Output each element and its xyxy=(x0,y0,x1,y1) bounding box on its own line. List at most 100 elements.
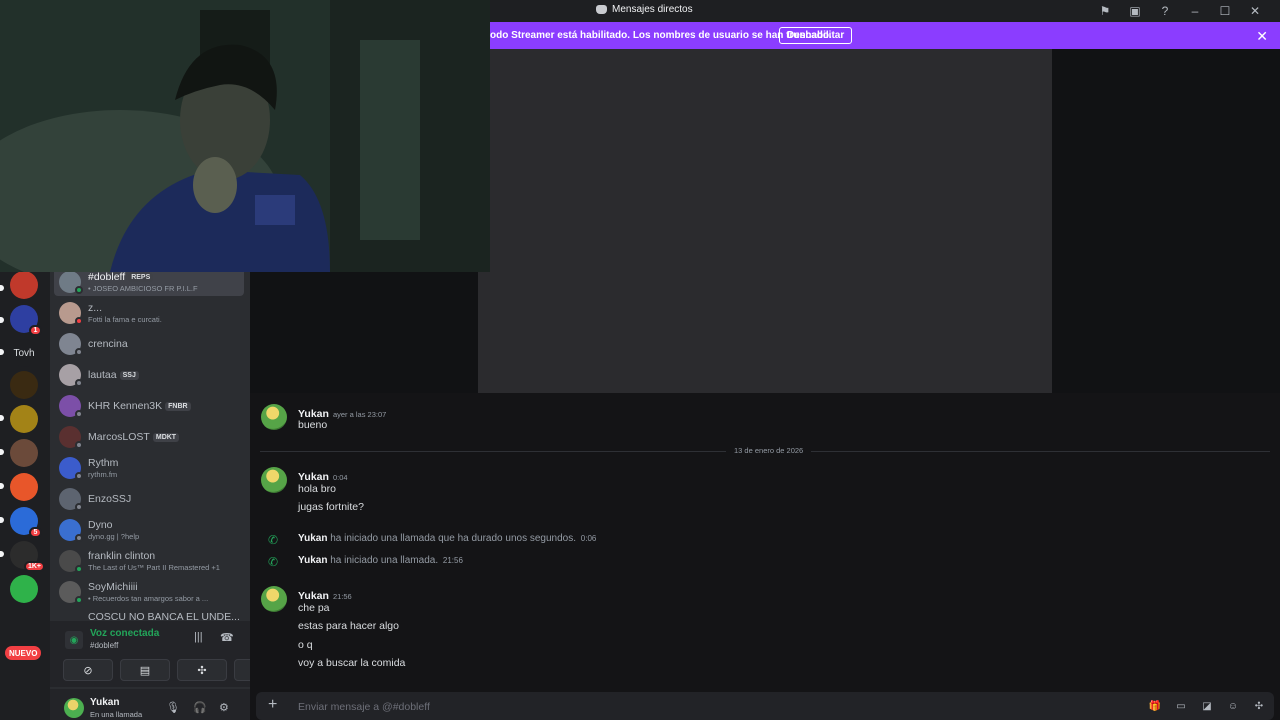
voice-channel[interactable]: #dobleff xyxy=(90,641,118,650)
window-title: Mensajes directos xyxy=(596,4,693,15)
sticker-icon[interactable]: ◪ xyxy=(1200,699,1214,713)
banner-close-icon[interactable]: ✕ xyxy=(1256,28,1268,45)
headphones-icon[interactable]: 🎧 xyxy=(193,701,207,714)
flag-icon[interactable]: ⚑ xyxy=(1090,2,1120,20)
call-author[interactable]: Yukan xyxy=(298,555,327,566)
dm-item[interactable]: crencina xyxy=(54,330,244,358)
camera-off-icon[interactable]: ⊘ xyxy=(63,659,113,681)
status-dot xyxy=(75,348,83,356)
dm-item[interactable]: SoyMichiiii • Recuerdos tan amargos sabo… xyxy=(54,578,244,606)
attach-plus-icon[interactable]: + xyxy=(268,696,277,714)
avatar[interactable] xyxy=(261,404,287,430)
gif-icon[interactable]: ▭ xyxy=(1174,699,1188,713)
minimize-icon[interactable]: – xyxy=(1180,2,1210,20)
activities-icon[interactable]: ✣ xyxy=(177,659,227,681)
server-pill xyxy=(0,285,4,291)
dm-subtext: • JOSEO AMBICIOSO FR P.I.L.F xyxy=(88,284,198,293)
dm-item[interactable]: z... Fotti la fama e curcati. xyxy=(54,299,244,327)
server-icon[interactable] xyxy=(10,473,38,501)
dm-item[interactable]: Dyno dyno.gg | ?help xyxy=(54,516,244,544)
call-timestamp: 0:06 xyxy=(580,534,597,543)
dm-item[interactable]: EnzoSSJ xyxy=(54,485,244,513)
disable-streamer-button[interactable]: Deshabilitar xyxy=(779,27,853,44)
call-stage[interactable] xyxy=(478,49,1052,393)
message-author[interactable]: Yukan xyxy=(298,471,329,483)
message-line: estas para hacer algo xyxy=(298,620,399,632)
message-line: jugas fortnite? xyxy=(298,501,364,513)
message-input[interactable]: Enviar mensaje a @#dobleff xyxy=(298,701,430,713)
server-icon[interactable]: Tovh xyxy=(10,339,38,367)
dm-name: SoyMichiiii xyxy=(88,581,138,593)
status-dot xyxy=(75,379,83,387)
dm-name-text: KHR Kennen3K xyxy=(88,400,163,412)
dm-item[interactable]: Rythm rythm.fm xyxy=(54,454,244,482)
dm-item[interactable]: franklin clinton The Last of Us™ Part II… xyxy=(54,547,244,575)
avatar[interactable] xyxy=(261,586,287,612)
status-dot xyxy=(75,317,83,325)
dm-name: EnzoSSJ xyxy=(88,493,132,505)
screen-share-icon[interactable]: ▣ xyxy=(1120,2,1150,20)
dm-subtext: rythm.fm xyxy=(88,470,118,479)
server-icon[interactable] xyxy=(10,575,38,603)
microphone-icon[interactable]: 🎙 xyxy=(166,701,180,714)
message-author[interactable]: Yukan xyxy=(298,590,329,602)
server-pill xyxy=(0,415,4,421)
noise-suppression-icon[interactable]: ||| xyxy=(194,631,203,643)
status-dot xyxy=(75,441,83,449)
server-icon[interactable] xyxy=(10,271,38,299)
status-dot xyxy=(75,534,83,542)
dm-item[interactable]: lautaa SSJ xyxy=(54,361,244,389)
dm-item[interactable]: MarcosLOST MDKT xyxy=(54,423,244,451)
signal-icon[interactable]: ◉ xyxy=(65,631,83,649)
server-badge: 1 xyxy=(29,325,42,336)
help-icon[interactable]: ? xyxy=(1150,2,1180,20)
dm-name: z... xyxy=(88,302,103,314)
close-window-icon[interactable]: ✕ xyxy=(1240,2,1270,20)
webcam-overlay xyxy=(0,0,490,272)
user-status: En una llamada xyxy=(90,710,143,719)
message-timestamp: ayer a las 23:07 xyxy=(332,410,387,419)
dm-item[interactable]: KHR Kennen3K FNBR xyxy=(54,392,244,420)
dm-subtext: dyno.gg | ?help xyxy=(88,532,140,541)
server-icon[interactable] xyxy=(10,371,38,399)
avatar[interactable] xyxy=(261,467,287,493)
dm-item[interactable]: COSCU NO BANCA EL UNDE... xyxy=(54,609,244,621)
server-icon[interactable]: 1K+ xyxy=(10,541,45,572)
share-screen-icon[interactable]: ▤ xyxy=(120,659,170,681)
maximize-icon[interactable]: ☐ xyxy=(1210,2,1240,20)
server-badge: 5 xyxy=(29,527,42,538)
call-author[interactable]: Yukan xyxy=(298,533,327,544)
dm-tag: SSJ xyxy=(119,371,139,380)
emoji-icon[interactable]: ☺ xyxy=(1226,699,1240,713)
phone-icon: ✆ xyxy=(268,533,279,547)
server-pill xyxy=(0,349,4,355)
dm-tag: MDKT xyxy=(152,433,180,442)
status-dot xyxy=(75,503,83,511)
message-timestamp: 0:04 xyxy=(332,473,348,482)
dm-name: KHR Kennen3K FNBR xyxy=(88,400,191,412)
gear-icon[interactable]: ⚙ xyxy=(219,701,229,714)
message-composer[interactable]: + Enviar mensaje a @#dobleff 🎁 ▭ ◪ ☺ ✣ xyxy=(256,692,1274,720)
date-divider-text: 13 de enero de 2026 xyxy=(726,446,812,455)
dm-item[interactable]: #dobleff REPS • JOSEO AMBICIOSO FR P.I.L.… xyxy=(54,268,244,296)
apps-icon[interactable]: ✣ xyxy=(1252,699,1266,713)
disconnect-icon[interactable]: ☎ xyxy=(220,631,234,644)
dm-name: crencina xyxy=(88,338,128,350)
call-notice: Yukan ha iniciado una llamada. 21:56 xyxy=(298,555,463,566)
call-text: ha iniciado una llamada que ha durado un… xyxy=(330,533,576,544)
status-dot xyxy=(75,565,83,573)
dm-name: Rythm xyxy=(88,457,119,469)
server-icon[interactable]: 5 xyxy=(10,507,42,538)
server-badge: 1K+ xyxy=(23,561,45,572)
server-icon[interactable]: 1 xyxy=(10,305,42,336)
gift-icon[interactable]: 🎁 xyxy=(1148,699,1162,713)
avatar[interactable] xyxy=(64,698,84,718)
server-icon[interactable] xyxy=(10,439,38,467)
call-notice: Yukan ha iniciado una llamada que ha dur… xyxy=(298,533,596,544)
status-dot xyxy=(75,286,83,294)
call-text: ha iniciado una llamada. xyxy=(330,555,439,566)
voice-status: Voz conectada xyxy=(90,628,160,639)
server-icon[interactable] xyxy=(10,405,38,433)
dm-name: #dobleff REPS xyxy=(88,271,154,283)
new-badge[interactable]: NUEVO xyxy=(5,646,42,660)
